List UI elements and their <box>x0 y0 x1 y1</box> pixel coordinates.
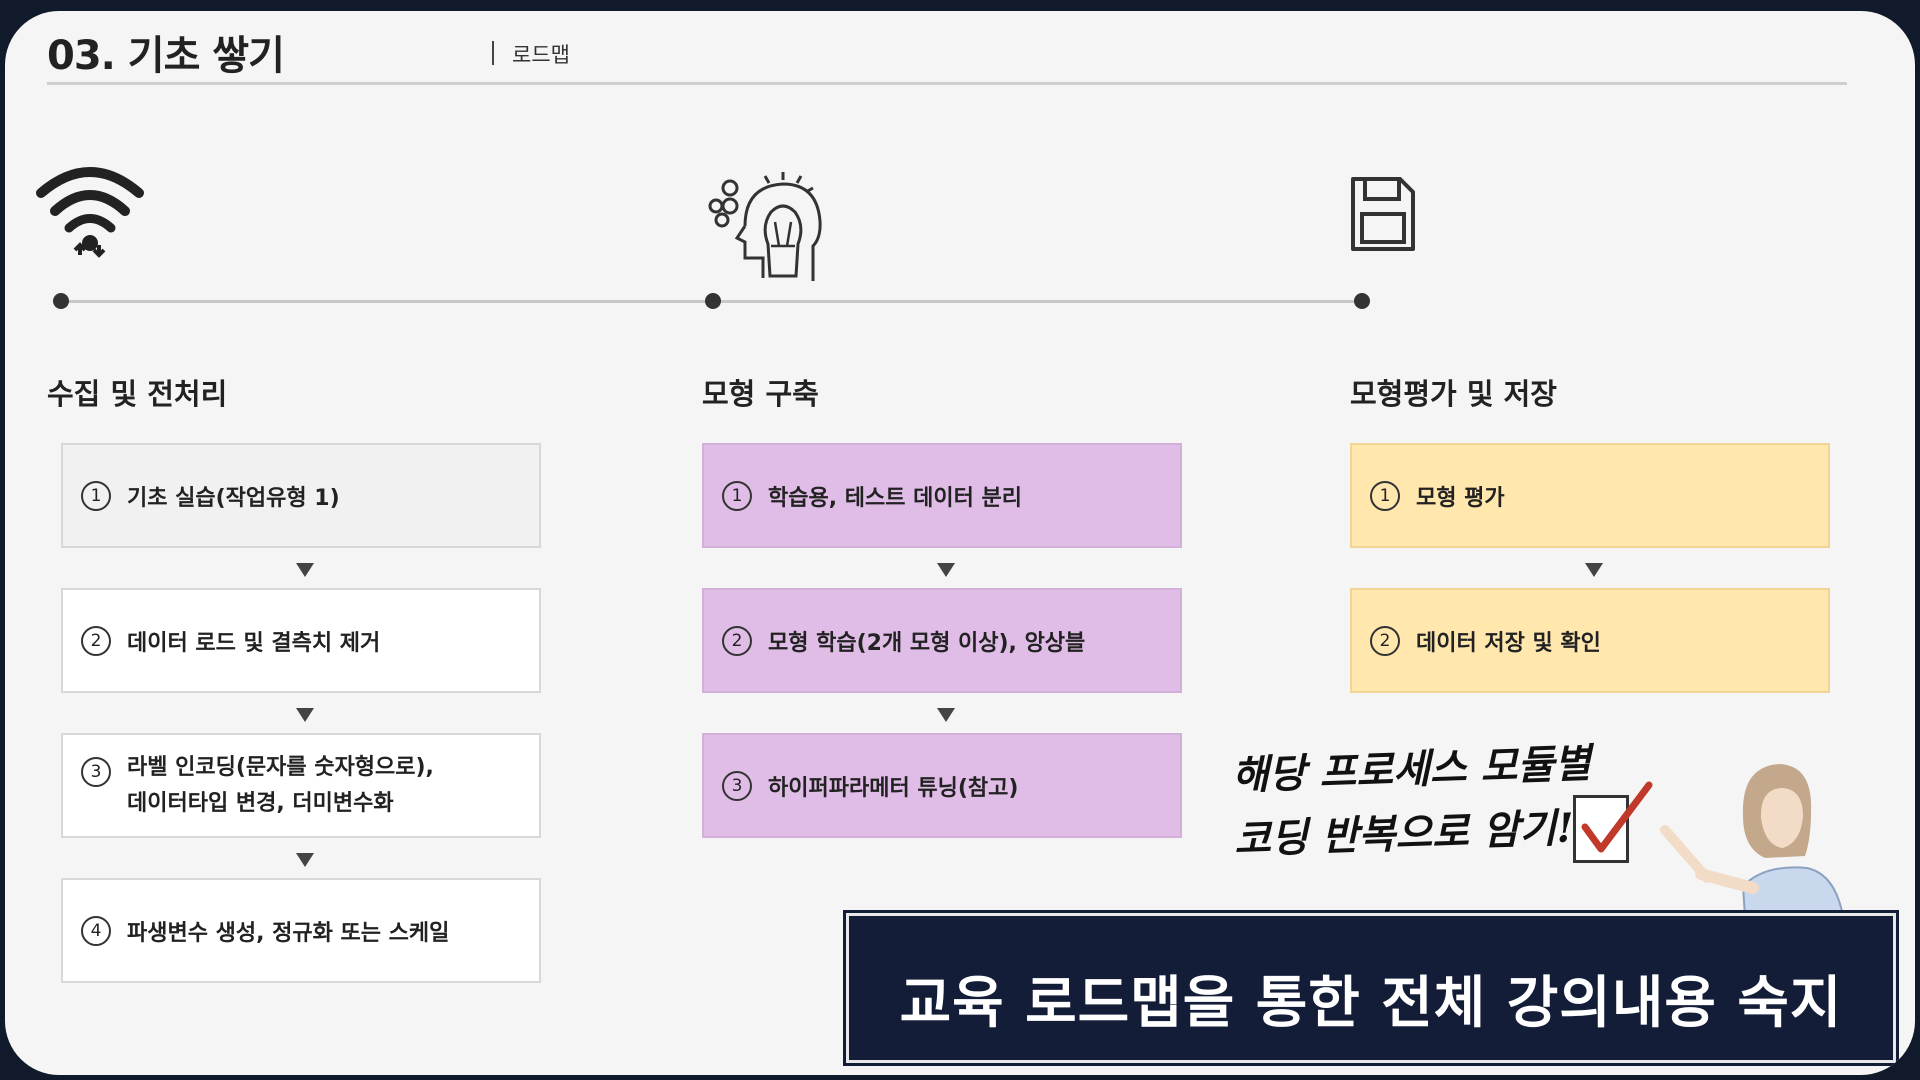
step-text: 파생변수 생성, 정규화 또는 스케일 <box>127 920 450 946</box>
floppy-disk-icon <box>1351 177 1415 251</box>
step-box: 1 기초 실습(작업유형 1) <box>61 443 541 548</box>
down-arrow-icon <box>937 708 955 722</box>
step-box: 4 파생변수 생성, 정규화 또는 스케일 <box>61 878 541 983</box>
step-box: 2 데이터 저장 및 확인 <box>1350 588 1830 693</box>
step-box: 2 데이터 로드 및 결측치 제거 <box>61 588 541 693</box>
step-number: 1 <box>81 480 111 511</box>
step-number: 2 <box>1370 625 1400 656</box>
step-text: 데이터 로드 및 결측치 제거 <box>127 630 381 656</box>
step-text-line2: 데이터타입 변경, 더미변수화 <box>127 790 394 816</box>
step-box: 1 학습용, 테스트 데이터 분리 <box>702 443 1182 548</box>
step-number: 1 <box>722 480 752 511</box>
step-number: 2 <box>81 625 111 656</box>
step-number: 2 <box>722 625 752 656</box>
phase-title-collection: 수집 및 전처리 <box>47 377 228 411</box>
step-text: 하이퍼파라메터 튜닝(참고) <box>768 775 1019 801</box>
phase-title-evaluation: 모형평가 및 저장 <box>1350 377 1557 411</box>
down-arrow-icon <box>937 563 955 577</box>
step-number: 3 <box>81 757 111 787</box>
timeline-dot-1 <box>53 293 69 309</box>
down-arrow-icon <box>296 853 314 867</box>
timeline-dot-3 <box>1354 293 1370 309</box>
lightbulb-head-icon <box>708 172 822 281</box>
page-subtitle: 로드맵 <box>512 43 570 67</box>
handwritten-note: 해당 프로세스 모듈별 코딩 반복으로 암기!! <box>1231 732 1594 872</box>
step-number: 4 <box>81 915 111 946</box>
step-box: 1 모형 평가 <box>1350 443 1830 548</box>
step-box: 3 라벨 인코딩(문자를 숫자형으로), 데이터타입 변경, 더미변수화 <box>61 733 541 838</box>
step-text: 학습용, 테스트 데이터 분리 <box>768 485 1022 511</box>
down-arrow-icon <box>296 563 314 577</box>
header-rule <box>47 82 1847 85</box>
step-text: 기초 실습(작업유형 1) <box>127 485 340 511</box>
step-number: 3 <box>722 770 752 801</box>
down-arrow-icon <box>1585 563 1603 577</box>
timeline-dot-2 <box>705 293 721 309</box>
phase-title-modeling: 모형 구축 <box>702 377 819 411</box>
down-arrow-icon <box>296 708 314 722</box>
timeline <box>53 293 1370 309</box>
page-title: 03. 기초 쌓기 <box>47 33 285 79</box>
title-divider <box>492 41 494 65</box>
step-text-line1: 라벨 인코딩(문자를 숫자형으로), <box>127 754 434 780</box>
banner-text: 교육 로드맵을 통한 전체 강의내용 숙지 <box>899 971 1843 1036</box>
step-text: 데이터 저장 및 확인 <box>1416 630 1601 656</box>
wifi-icon <box>36 167 144 258</box>
step-box: 2 모형 학습(2개 모형 이상), 앙상블 <box>702 588 1182 693</box>
step-box: 3 하이퍼파라메터 튜닝(참고) <box>702 733 1182 838</box>
step-text: 모형 학습(2개 모형 이상), 앙상블 <box>768 630 1086 656</box>
note-line2: 코딩 반복으로 암기!! <box>1233 803 1593 864</box>
summary-banner: 교육 로드맵을 통한 전체 강의내용 숙지 <box>843 910 1899 1066</box>
step-text: 모형 평가 <box>1416 485 1505 511</box>
teacher-illustration-icon <box>1660 764 1845 916</box>
slide: 03. 기초 쌓기 로드맵 수집 및 전처리 모형 구축 모형평가 및 저장 1… <box>5 11 1915 1075</box>
step-number: 1 <box>1370 480 1400 511</box>
